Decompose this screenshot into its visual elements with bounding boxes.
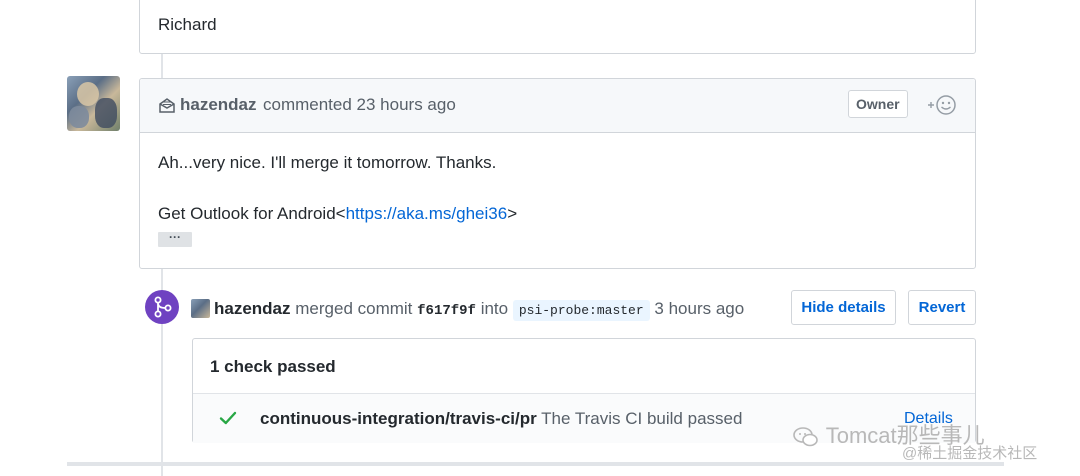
hide-details-button[interactable]: Hide details	[791, 290, 896, 325]
divider	[67, 462, 1004, 466]
previous-comment: Richard	[139, 0, 976, 54]
expand-hidden-content-button[interactable]: ···	[158, 231, 192, 247]
check-icon	[219, 411, 237, 425]
check-context: continuous-integration/travis-ci/pr	[260, 409, 537, 428]
comment-timestamp[interactable]: commented 23 hours ago	[263, 95, 456, 115]
previous-comment-text: Richard	[158, 15, 217, 34]
merge-event-text: hazendaz merged commit f617f9f into psi-…	[214, 299, 744, 321]
comment-text: Get Outlook for Android<	[158, 204, 346, 223]
email-reply-icon	[159, 98, 175, 113]
comment-text: >	[507, 204, 518, 223]
owner-badge: Owner	[848, 90, 908, 118]
comment-author[interactable]: hazendaz	[180, 95, 257, 115]
merge-verb: merged commit	[295, 299, 413, 318]
check-context-line: continuous-integration/travis-ci/pr The …	[260, 409, 742, 429]
add-reaction-icon[interactable]	[926, 93, 958, 117]
comment-body-line: Get Outlook for Android<https://aka.ms/g…	[158, 204, 517, 224]
avatar[interactable]	[67, 76, 120, 131]
comment-header: hazendaz commented 23 hours ago Owner	[140, 79, 975, 133]
outlook-link[interactable]: https://aka.ms/ghei36	[346, 204, 508, 223]
commit-sha[interactable]: f617f9f	[417, 303, 476, 319]
merge-author[interactable]: hazendaz	[214, 299, 291, 318]
merger-avatar[interactable]	[191, 299, 210, 318]
merge-into: into	[480, 299, 509, 318]
check-description: The Travis CI build passed	[541, 409, 743, 428]
revert-button[interactable]: Revert	[908, 290, 976, 325]
target-branch[interactable]: psi-probe:master	[512, 300, 650, 321]
checks-summary: 1 check passed	[210, 357, 336, 376]
merge-time[interactable]: 3 hours ago	[654, 299, 744, 318]
watermark-credit: @稀土掘金技术社区	[902, 445, 1038, 462]
comment-box: hazendaz commented 23 hours ago Owner Ah…	[139, 78, 976, 269]
merge-icon	[145, 290, 179, 324]
comment-body-line: Ah...very nice. I'll merge it tomorrow. …	[158, 153, 497, 172]
checks-header: 1 check passed	[193, 339, 975, 394]
wechat-icon	[793, 427, 818, 447]
